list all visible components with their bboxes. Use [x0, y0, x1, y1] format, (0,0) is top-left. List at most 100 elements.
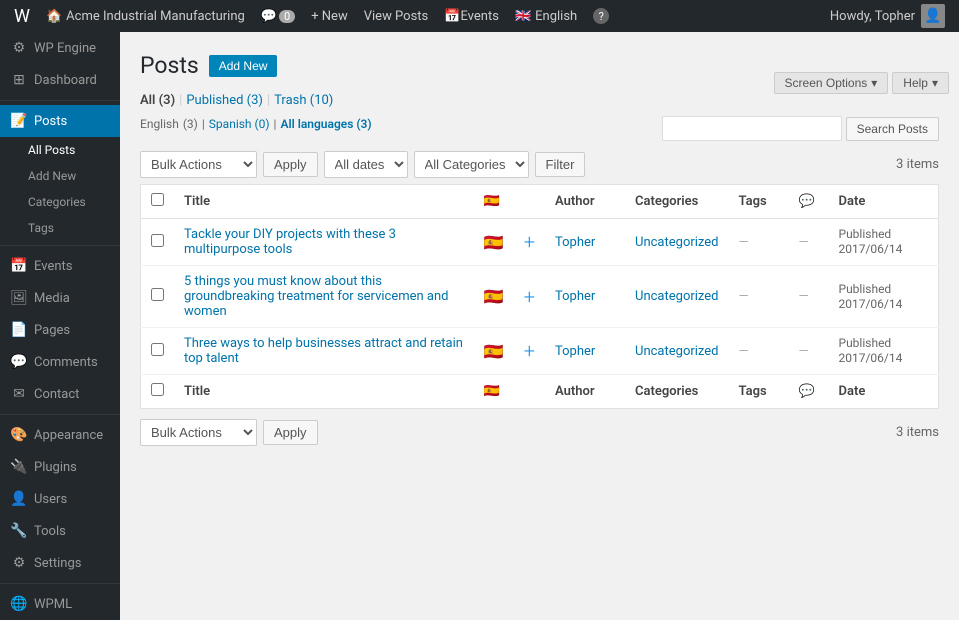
footer-bulk-actions-select[interactable]: Bulk Actions Edit Move to Trash — [140, 419, 257, 446]
sidebar-item-plugins[interactable]: 🔌 Plugins — [0, 451, 120, 483]
help-button[interactable]: Help ▾ — [892, 72, 949, 94]
footer-categories[interactable]: Categories — [625, 375, 728, 409]
wp-engine-icon: ⚙ — [10, 40, 28, 56]
events-bar-icon: 📅 — [444, 9, 460, 24]
help-arrow: ▾ — [932, 76, 938, 90]
language-bar[interactable]: 🇬🇧 English — [507, 0, 585, 32]
footer-date[interactable]: Date — [829, 375, 939, 409]
row-checkbox-0[interactable] — [151, 234, 164, 247]
header-author[interactable]: Author — [545, 185, 625, 219]
comments-dash-1: — — [799, 289, 809, 304]
footer-categories-label: Categories — [635, 384, 698, 399]
header-categories[interactable]: Categories — [625, 185, 728, 219]
row-translate-2[interactable]: + — [514, 328, 545, 375]
row-translate-0[interactable]: + — [514, 219, 545, 266]
row-tags-2: — — [729, 328, 789, 375]
sidebar-item-wpml[interactable]: 🌐 WPML — [0, 588, 120, 620]
events-bar[interactable]: 📅 Events — [436, 0, 507, 32]
post-title-link-0[interactable]: Tackle your DIY projects with these 3 mu… — [184, 227, 396, 257]
sidebar-item-users[interactable]: 👤 Users — [0, 483, 120, 515]
view-posts-bar[interactable]: View Posts — [356, 0, 437, 32]
row-translate-1[interactable]: + — [514, 266, 545, 328]
select-all-checkbox[interactable] — [151, 193, 164, 206]
lang-english-count: (3) — [183, 117, 198, 131]
tab-published[interactable]: Published (3) — [186, 93, 263, 108]
screen-options-arrow: ▾ — [871, 76, 877, 90]
tab-trash[interactable]: Trash (10) — [274, 93, 333, 108]
lang-spanish-link[interactable]: Spanish (0) — [209, 117, 270, 131]
header-cb — [141, 185, 175, 219]
comments-bar-item[interactable]: 💬 0 — [253, 0, 303, 32]
category-link-1[interactable]: Uncategorized — [635, 289, 718, 304]
sidebar-item-events[interactable]: 📅 Events — [0, 250, 120, 282]
sidebar-item-pages[interactable]: 📄 Pages — [0, 314, 120, 346]
filter-button[interactable]: Filter — [535, 152, 586, 177]
flag-header-icon: 🇪🇸 — [484, 194, 500, 209]
category-link-0[interactable]: Uncategorized — [635, 235, 718, 250]
post-title-link-1[interactable]: 5 things you must know about this ground… — [184, 274, 449, 319]
row-title-0: Tackle your DIY projects with these 3 mu… — [174, 219, 474, 266]
date-published-1: Published — [839, 282, 892, 296]
sidebar-item-tools[interactable]: 🔧 Tools — [0, 515, 120, 547]
lang-all-link[interactable]: All languages (3) — [280, 117, 371, 131]
sidebar-subitem-add-new[interactable]: Add New — [0, 163, 120, 189]
bulk-actions-select[interactable]: Bulk Actions Edit Move to Trash — [140, 151, 257, 178]
row-comments-2: — — [789, 328, 829, 375]
sidebar-subitem-tags[interactable]: Tags — [0, 215, 120, 241]
author-link-1[interactable]: Topher — [555, 289, 595, 304]
row-checkbox-2[interactable] — [151, 343, 164, 356]
header-title[interactable]: Title — [174, 185, 474, 219]
sidebar-subitem-all-posts[interactable]: All Posts — [0, 137, 120, 163]
sidebar-item-media[interactable]: 🖼 Media — [0, 282, 120, 314]
row-title-1: 5 things you must know about this ground… — [174, 266, 474, 328]
search-button[interactable]: Search Posts — [846, 117, 939, 141]
row-title-2: Three ways to help businesses attract an… — [174, 328, 474, 375]
categories-select[interactable]: All Categories — [414, 151, 529, 178]
sidebar-item-dashboard[interactable]: ⊞ Dashboard — [0, 64, 120, 96]
header-tags[interactable]: Tags — [729, 185, 789, 219]
tags-column-label: Tags — [739, 194, 767, 209]
header-flag: 🇪🇸 — [474, 185, 514, 219]
header-date[interactable]: Date — [829, 185, 939, 219]
row-checkbox-1[interactable] — [151, 288, 164, 301]
add-new-button[interactable]: Add New — [209, 55, 278, 77]
sidebar-item-contact[interactable]: ✉ Contact — [0, 378, 120, 410]
new-post-bar[interactable]: + New — [303, 0, 356, 32]
table-row: Tackle your DIY projects with these 3 mu… — [141, 219, 939, 266]
author-link-0[interactable]: Topher — [555, 235, 595, 250]
row-cb-2 — [141, 328, 175, 375]
footer-title[interactable]: Title — [174, 375, 474, 409]
post-title-link-2[interactable]: Three ways to help businesses attract an… — [184, 336, 463, 366]
category-link-2[interactable]: Uncategorized — [635, 344, 718, 359]
wp-logo[interactable]: W — [6, 0, 38, 32]
screen-options-label: Screen Options — [785, 76, 868, 90]
row-author-1: Topher — [545, 266, 625, 328]
footer-translate — [514, 375, 545, 409]
sep-1: | — [179, 93, 182, 108]
screen-options-button[interactable]: Screen Options ▾ — [774, 72, 889, 94]
howdy-bar[interactable]: Howdy, Topher 👤 — [822, 0, 953, 32]
sidebar-subitem-categories[interactable]: Categories — [0, 189, 120, 215]
tab-all[interactable]: All (3) — [140, 93, 175, 108]
site-name-bar[interactable]: 🏠 Acme Industrial Manufacturing — [38, 0, 253, 32]
sidebar-item-wp-engine[interactable]: ⚙ WP Engine — [0, 32, 120, 64]
author-link-2[interactable]: Topher — [555, 344, 595, 359]
sidebar-label-users: Users — [34, 492, 67, 507]
bulk-apply-button[interactable]: Apply — [263, 152, 318, 177]
contact-icon: ✉ — [10, 386, 28, 402]
footer-apply-button[interactable]: Apply — [263, 420, 318, 445]
footer-select-all-checkbox[interactable] — [151, 383, 164, 396]
sidebar-item-appearance[interactable]: 🎨 Appearance — [0, 419, 120, 451]
sidebar-item-comments[interactable]: 💬 Comments — [0, 346, 120, 378]
sidebar-item-posts[interactable]: 📝 Posts — [0, 105, 120, 137]
events-icon: 📅 — [10, 258, 28, 274]
search-input[interactable] — [662, 116, 842, 141]
help-bar-icon[interactable]: ? — [585, 0, 617, 32]
footer-tags[interactable]: Tags — [729, 375, 789, 409]
tags-label: Tags — [28, 221, 54, 235]
wp-icon: W — [14, 6, 30, 27]
footer-author[interactable]: Author — [545, 375, 625, 409]
dates-select[interactable]: All dates — [324, 151, 408, 178]
sidebar-item-settings[interactable]: ⚙ Settings — [0, 547, 120, 579]
tools-icon: 🔧 — [10, 523, 28, 539]
